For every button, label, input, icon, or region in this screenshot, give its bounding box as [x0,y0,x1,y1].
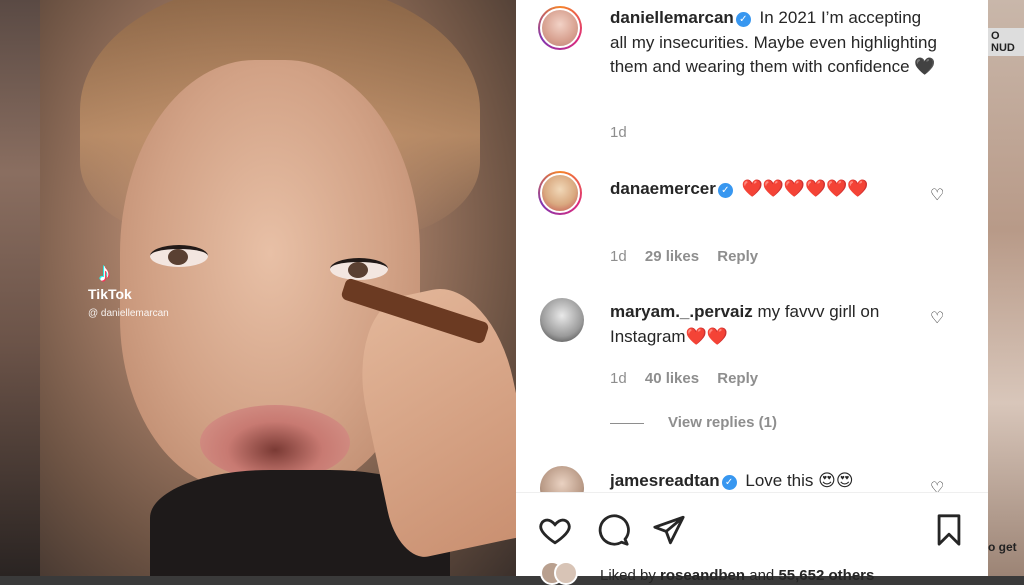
comment-meta: 1d 29 likes Reply [610,248,772,265]
comment-username[interactable]: jamesreadtan [610,471,720,490]
liked-by-avatars[interactable] [540,561,600,585]
like-comment-icon[interactable]: ♡ [930,481,946,493]
background-text-bottom: o get [988,540,1017,554]
reply-button[interactable]: Reply [717,248,758,265]
view-replies-button[interactable]: View replies (1) [610,414,777,431]
comment-time[interactable]: 1d [610,370,627,387]
author-username[interactable]: daniellemarcan [610,8,734,27]
tiktok-watermark: ♪ TikTok @ daniellemarcan [88,257,169,319]
comment-avatar[interactable] [540,298,584,342]
like-comment-icon[interactable]: ♡ [930,311,946,327]
heart-outline-icon[interactable] [538,513,572,547]
caption-time[interactable]: 1d [610,124,627,141]
background-text: O NUD [988,28,1024,56]
comment: maryam._.pervaiz my favvv girll on Insta… [610,300,940,349]
caption-meta: 1d [610,124,641,141]
comment-likes[interactable]: 40 likes [645,370,699,387]
comment-text: Love this 😍😍 [745,471,854,490]
comment-bubble-icon[interactable] [596,513,630,547]
comment: danaemercer ✓ ❤️❤️❤️❤️❤️❤️ [610,177,940,202]
author-avatar[interactable] [538,6,582,50]
verified-badge-icon: ✓ [717,183,733,198]
comment-username[interactable]: maryam._.pervaiz [610,302,753,321]
post-details-panel: daniellemarcan ✓ In 2021 I’m accepting al… [516,0,988,585]
comment-likes[interactable]: 29 likes [645,248,699,265]
post-video[interactable]: ♪ TikTok @ daniellemarcan [40,0,516,576]
reply-button[interactable]: Reply [717,370,758,387]
comment: jamesreadtan ✓ Love this 😍😍 [610,469,940,492]
comment-username[interactable]: danaemercer [610,179,716,198]
background-post-right [988,0,1024,576]
like-comment-icon[interactable]: ♡ [930,188,946,204]
comment-avatar[interactable] [538,171,582,215]
comment-meta: 1d 40 likes Reply [610,370,772,387]
verified-badge-icon: ✓ [735,12,751,27]
post-actions: Liked by roseandben and 55,652 others [516,492,988,585]
verified-badge-icon: ✓ [721,475,737,490]
caption: daniellemarcan ✓ In 2021 I’m accepting al… [610,6,940,80]
paper-plane-icon[interactable] [652,513,686,547]
bookmark-icon[interactable] [932,513,966,547]
comment-avatar[interactable] [540,466,584,492]
background-post-left [0,0,40,576]
comment-text: ❤️❤️❤️❤️❤️❤️ [741,179,869,198]
tiktok-icon: ♪ [98,257,111,287]
comment-time[interactable]: 1d [610,248,627,265]
comments-list[interactable]: daniellemarcan ✓ In 2021 I’m accepting al… [516,0,988,492]
